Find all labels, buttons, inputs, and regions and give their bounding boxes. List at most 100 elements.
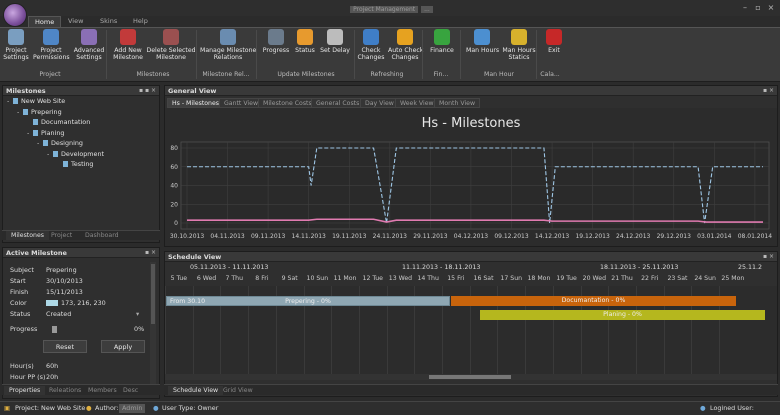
panel-pin-icon[interactable]: ▪ × [763,253,774,260]
tab-view[interactable]: View [62,16,89,27]
speedometer-button[interactable]: Progress [262,29,290,54]
y-tick-label: 20 [170,201,178,208]
group-calendar: Cala... [540,71,560,78]
milestone-icon [23,108,28,115]
author-icon: ● [86,404,92,412]
tree-node[interactable]: - Prepering [17,108,62,117]
button-label: Status [295,47,315,54]
x-tick-label: 03.01.2014 [697,233,732,240]
tree-node[interactable]: Documantation [27,118,90,127]
gantt-bar-documantation[interactable]: Documantation - 0% [451,296,736,306]
bars-button[interactable]: Man Hours Statics [502,29,536,61]
field-start[interactable]: Start 30/10/2013 [10,276,150,286]
maximize-icon[interactable]: ▫ [752,3,764,12]
field-status[interactable]: Status Created ▾ [10,309,150,319]
gantt-bar-planing[interactable]: Planing - 0% [480,310,765,320]
tab-hs-milestones[interactable]: Hs - Milestones [167,98,225,108]
gear-button[interactable]: Project Settings [3,29,29,61]
umbrella-button[interactable]: Advanced Settings [72,29,106,61]
day-header: 16 Sat [473,275,494,282]
reset-button[interactable]: Reset [43,340,87,353]
active-milestone-title: Active Milestone [3,248,159,258]
power-button[interactable]: Exit [545,29,563,54]
tree-node[interactable]: - Planing [27,129,64,138]
tree-node[interactable]: - Designing [37,139,83,148]
button-label: Finance [430,47,454,54]
day-header: 22 Fri [641,275,659,282]
clock-button[interactable]: Man Hours [466,29,499,54]
tab-desc[interactable]: Desc [118,386,143,395]
relations-button[interactable]: Manage Milestone Relations [200,29,256,61]
stopwatch-button[interactable]: Set Delay [320,29,350,54]
day-header: 10 Sun [306,275,329,282]
close-icon[interactable]: × [765,3,777,12]
field-hour-pp[interactable]: Hour PP (s) 20h [10,372,150,382]
field-hours[interactable]: Hour(s) 60h [10,361,150,371]
tab-home[interactable]: Home [28,16,62,27]
scrollbar[interactable] [150,262,156,387]
tab-week-view[interactable]: Week View [395,98,439,108]
milestone-icon [13,98,18,104]
chevron-down-icon[interactable]: ▾ [136,309,139,319]
day-header: 5 Tue [170,275,188,282]
x-tick-label: 30.10.2013 [170,233,205,240]
wifi-button[interactable]: Auto Check Changes [388,29,423,61]
umbrella-icon [81,29,97,45]
tab-milestones[interactable]: Milestones [6,231,49,240]
field-finish[interactable]: Finish 15/11/2013 [10,287,150,297]
tab-month-view[interactable]: Month View [434,98,481,108]
status-author-label: Author: [95,404,119,412]
flag-remove-button[interactable]: Delete Selected Milestone [146,29,196,61]
x-tick-label: 04.12.2013 [454,233,489,240]
week-header: 11.11.2013 - 18.11.2013 [402,264,481,271]
people-button[interactable]: Project Permissions [33,29,70,61]
minimize-icon[interactable]: – [739,3,751,12]
tree-node[interactable]: - Development [47,150,104,159]
day-header: 6 Wed [196,275,217,282]
apply-button[interactable]: Apply [101,340,145,353]
tab-general-costs[interactable]: General Costs [311,98,365,108]
tab-help[interactable]: Help [127,16,154,27]
tab-releations[interactable]: Releations [44,386,86,395]
tab-dashboard[interactable]: Dashboard [80,231,124,240]
separator [460,30,461,79]
tree-node[interactable]: - New Web Site [7,97,65,106]
button-label: Set Delay [320,47,350,54]
lightbulb-button[interactable]: Status [293,29,317,54]
field-progress[interactable]: Progress 0% [10,324,150,334]
progress-slider-thumb[interactable] [52,326,57,333]
panel-pin-icon[interactable]: ▪ × [763,87,774,94]
app-logo[interactable] [3,3,27,27]
user-type-icon: ● [153,404,159,412]
dollar-button[interactable]: Finance [428,29,456,54]
tab-day-view[interactable]: Day View [360,98,399,108]
gantt-bar-prepering[interactable]: From 30.10 Prepering - 0% [166,296,450,306]
y-tick-label: 80 [170,145,178,152]
tab-members[interactable]: Members [83,386,122,395]
group-milestone-rel: Milestone Rel... [202,71,250,78]
day-header: 24 Sun [694,275,716,282]
tab-grid-view[interactable]: Grid View [218,386,258,395]
stopwatch-icon [327,29,343,45]
tab-skins[interactable]: Skins [94,16,123,27]
tree-node-label: Designing [51,139,83,147]
day-header: 25 Mon [721,275,745,282]
flag-button[interactable]: Add New Milestone [112,29,144,61]
milestone-icon [33,119,38,125]
tab-project[interactable]: Project [46,231,77,240]
y-tick-label: 0 [174,220,178,227]
refresh-button[interactable]: Check Changes [357,29,385,61]
horizontal-scrollbar[interactable] [165,374,777,380]
schedule-view-title: Schedule View [165,252,777,262]
field-color[interactable]: Color 173, 216, 230 [10,298,150,308]
tree-node[interactable]: Testing [57,160,93,169]
status-author-value: Admin [119,404,146,413]
panel-pin-icon[interactable]: ▪ × [145,249,156,256]
tab-properties[interactable]: Properties [4,386,46,395]
tab-milestone-costs[interactable]: Milestone Costs [258,98,317,108]
button-label: Project Settings [3,47,29,61]
tab-schedule-view[interactable]: Schedule View [168,386,224,395]
panel-pin-icon[interactable]: ▪ ▪ × [139,87,156,94]
tab-gantt-view[interactable]: Gantt View [219,98,264,108]
field-subject[interactable]: Subject Prepering [10,265,150,275]
